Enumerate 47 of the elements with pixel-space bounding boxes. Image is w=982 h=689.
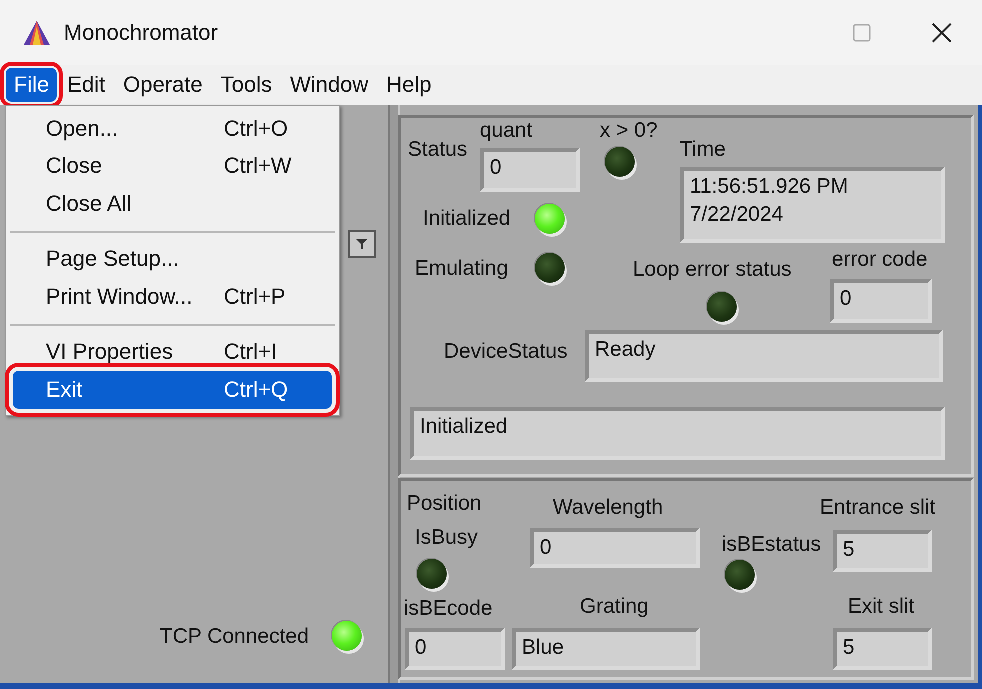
menu-item[interactable]: Close Ctrl+W <box>13 148 332 185</box>
close-icon <box>931 22 953 44</box>
indicator-field: Initialized <box>410 407 945 460</box>
menu-item[interactable]: Close All <box>13 185 332 222</box>
menu-item[interactable]: Page Setup... <box>13 240 332 278</box>
indicator-field: 0 <box>830 279 932 323</box>
control-label: Grating <box>580 594 649 620</box>
panel-title: Position <box>407 491 482 517</box>
menu-item[interactable]: Edit <box>59 68 114 102</box>
menu-item[interactable]: Print Window... Ctrl+P <box>13 278 332 316</box>
control-label: IsBusy <box>415 525 478 551</box>
control-label: Initialized <box>423 206 511 232</box>
indicator-field: 0 <box>480 148 580 192</box>
menu-item[interactable]: Tools <box>212 68 280 102</box>
dropdown-button[interactable] <box>348 230 376 258</box>
filter-icon <box>355 238 369 250</box>
indicator-field: 5 <box>833 530 932 572</box>
control-label: TCP Connected <box>160 624 310 650</box>
control-label: error code <box>832 247 928 273</box>
indicator-field: Ready <box>585 330 943 382</box>
indicator-field: 0 <box>405 628 505 670</box>
control-label: Entrance slit <box>820 495 936 521</box>
control-label: x > 0? <box>600 118 658 144</box>
menu-item[interactable]: Help <box>378 68 440 102</box>
indicator-field: Blue <box>512 628 700 670</box>
indicator-field: 0 <box>530 528 700 568</box>
menu-item[interactable]: VI Properties Ctrl+I <box>13 334 332 371</box>
control-label: DeviceStatus <box>444 339 568 365</box>
window-title: Monochromator <box>64 20 218 46</box>
control-label: Wavelength <box>553 495 664 521</box>
maximize-icon <box>853 24 871 42</box>
control-label: Exit slit <box>848 594 915 620</box>
control-label: Time <box>680 137 726 163</box>
control-label: quant <box>480 118 533 144</box>
panel-title: Status <box>408 137 468 163</box>
control-label: isBEstatus <box>722 532 822 558</box>
menu-item[interactable]: Open... Ctrl+O <box>13 110 332 148</box>
control-label: Loop error status <box>633 257 792 283</box>
indicator-field: 11:56:51.926 PM 7/22/2024 <box>680 167 945 243</box>
control-label: isBEcode <box>404 596 493 622</box>
control-label: Emulating <box>415 256 508 282</box>
indicator-field: 5 <box>833 628 932 670</box>
menu-item[interactable]: Exit Ctrl+Q <box>13 371 332 408</box>
menu-item[interactable]: File <box>6 68 58 102</box>
menu-item[interactable]: Window <box>282 68 376 102</box>
prism-icon <box>22 18 52 46</box>
menu-item[interactable]: Operate <box>115 68 211 102</box>
